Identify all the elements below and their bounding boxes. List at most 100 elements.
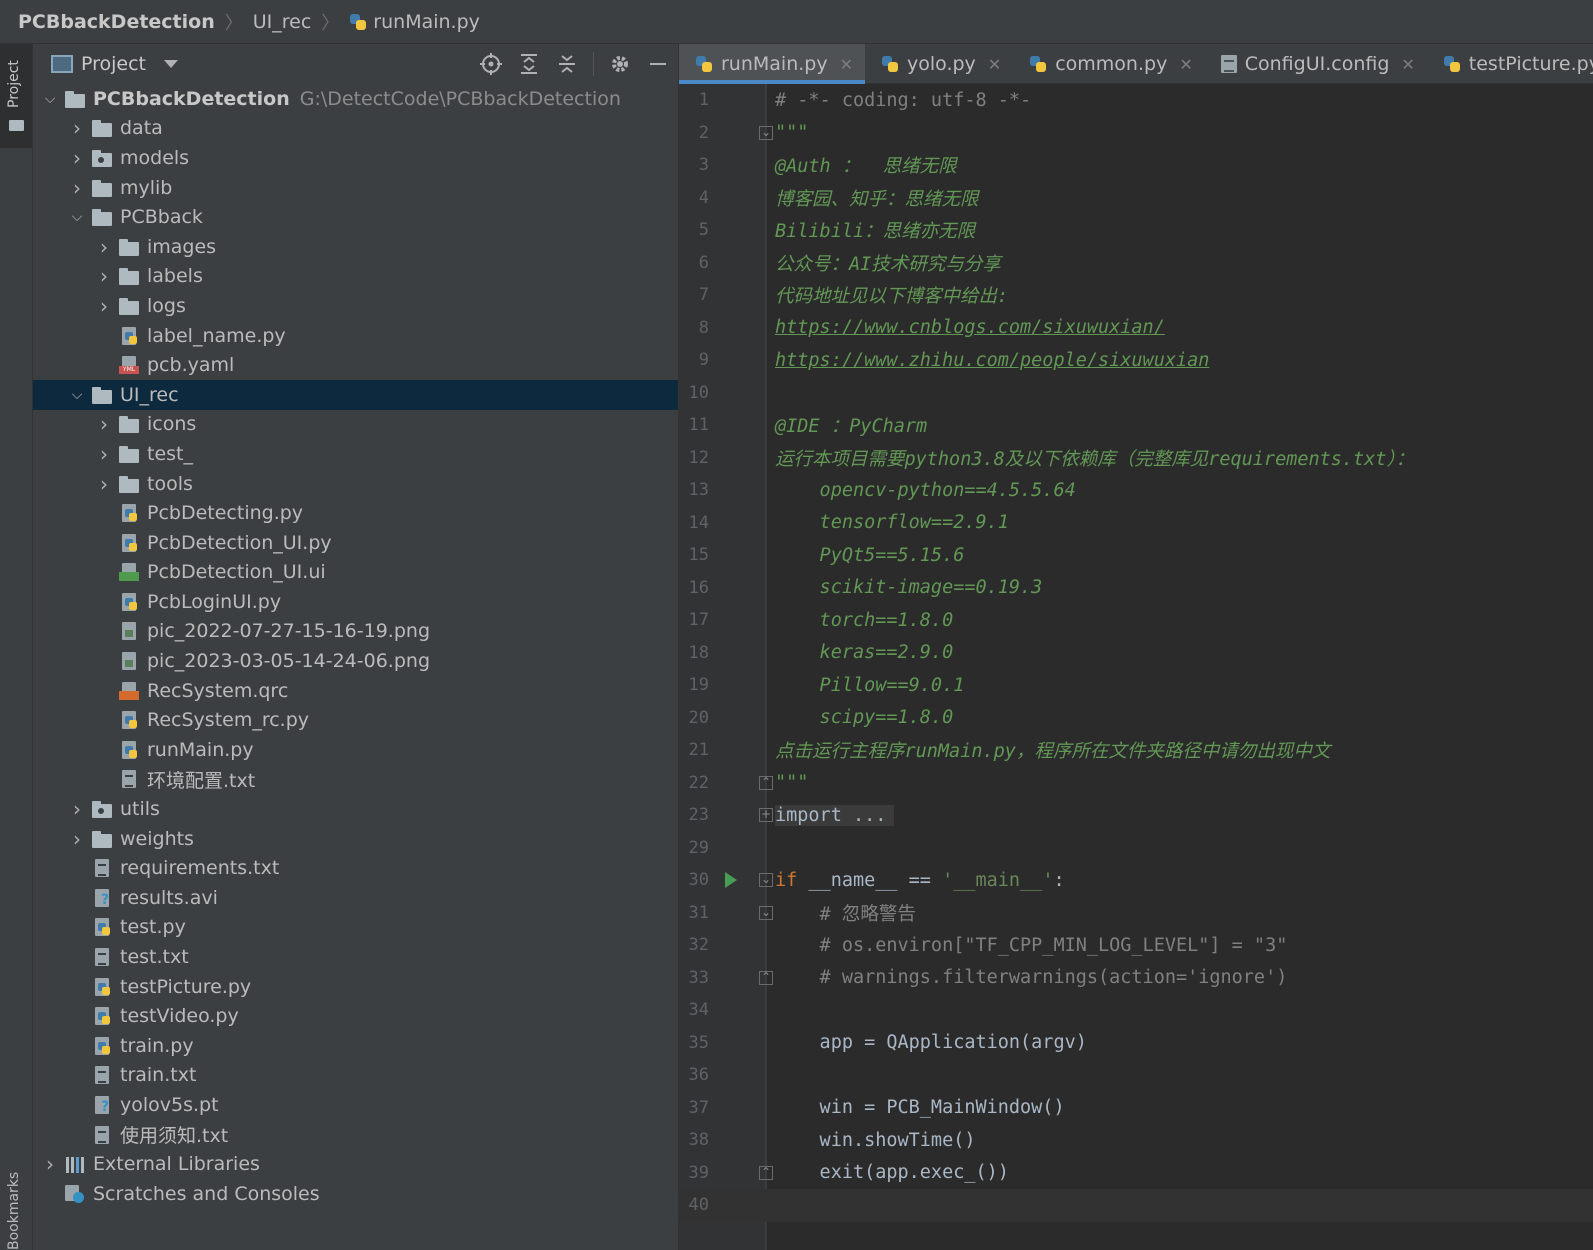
- fold-collapse-icon[interactable]: ⌃: [759, 1165, 773, 1180]
- code-line[interactable]: 34: [679, 994, 1593, 1027]
- code-line[interactable]: 8 https://www.cnblogs.com/sixuwuxian/: [679, 312, 1593, 345]
- tree-item[interactable]: ›RecSystem_rc.py: [33, 705, 678, 735]
- close-icon[interactable]: ✕: [1401, 55, 1414, 74]
- chevron-right-icon[interactable]: ›: [68, 116, 86, 140]
- tree-item[interactable]: › logs: [33, 291, 678, 321]
- code-line[interactable]: 38 win.showTime(): [679, 1124, 1593, 1157]
- editor-tab[interactable]: ConfigUI.config ✕: [1205, 44, 1427, 84]
- expand-all-icon[interactable]: [517, 52, 541, 76]
- code-line[interactable]: 1 # -*- coding: utf-8 -*-: [679, 84, 1593, 117]
- chevron-down-icon[interactable]: ⌵: [68, 209, 86, 225]
- code-line[interactable]: 37 win = PCB_MainWindow(): [679, 1092, 1593, 1125]
- tree-item[interactable]: ⌵ PCBback: [33, 202, 678, 232]
- collapse-all-icon[interactable]: [555, 52, 579, 76]
- tree-item[interactable]: › images: [33, 232, 678, 262]
- close-icon[interactable]: ✕: [840, 55, 853, 74]
- gear-icon[interactable]: [608, 52, 632, 76]
- code-line[interactable]: 7 代码地址见以下博客中给出:: [679, 279, 1593, 312]
- tree-item[interactable]: ›RecSystem.qrc: [33, 676, 678, 706]
- code-line[interactable]: 2 ⌄ """: [679, 117, 1593, 150]
- code-line[interactable]: 13 opencv-python==4.5.5.64: [679, 474, 1593, 507]
- code-line[interactable]: 10: [679, 377, 1593, 410]
- tree-item[interactable]: ›testPicture.py: [33, 972, 678, 1002]
- code-line[interactable]: 31 ⌄ # 忽略警告: [679, 897, 1593, 930]
- fold-collapse-icon[interactable]: ⌃: [759, 775, 773, 790]
- tree-item[interactable]: ›train.py: [33, 1031, 678, 1061]
- code-line[interactable]: 5 Bilibili：思绪亦无限: [679, 214, 1593, 247]
- project-view-selector[interactable]: Project: [81, 53, 146, 75]
- code-area[interactable]: 1 # -*- coding: utf-8 -*- 2 ⌄ """ 3 @Auth ： 思绪…: [679, 84, 1593, 1250]
- tree-item[interactable]: ›Scratches and Consoles: [33, 1179, 678, 1209]
- chevron-right-icon[interactable]: ›: [95, 412, 113, 436]
- fold-collapse-icon[interactable]: ⌄: [759, 905, 773, 920]
- code-line[interactable]: 6 公众号：AI技术研究与分享: [679, 247, 1593, 280]
- tree-item[interactable]: › models: [33, 143, 678, 173]
- tree-item[interactable]: › tools: [33, 469, 678, 499]
- code-line[interactable]: 29: [679, 832, 1593, 865]
- close-icon[interactable]: ✕: [988, 55, 1001, 74]
- code-line[interactable]: 3 @Auth ： 思绪无限: [679, 149, 1593, 182]
- chevron-right-icon[interactable]: ›: [95, 264, 113, 288]
- tree-item[interactable]: ›PcbDetecting.py: [33, 498, 678, 528]
- code-line[interactable]: 32 # os.environ["TF_CPP_MIN_LOG_LEVEL"] …: [679, 929, 1593, 962]
- code-line[interactable]: 33 ⌃ # warnings.filterwarnings(action='ig…: [679, 962, 1593, 995]
- tree-item[interactable]: ⌵ PCBbackDetection G:\DetectCode\PCBbackDe…: [33, 84, 678, 114]
- tree-item[interactable]: ›label_name.py: [33, 321, 678, 351]
- project-tool-tab[interactable]: Project: [0, 44, 32, 148]
- code-line[interactable]: 23 + import ...: [679, 799, 1593, 832]
- tree-item[interactable]: ›test.py: [33, 913, 678, 943]
- tree-item[interactable]: ›使用须知.txt: [33, 1120, 678, 1150]
- run-icon[interactable]: [725, 872, 737, 889]
- tree-item[interactable]: › data: [33, 114, 678, 144]
- tree-item[interactable]: ›requirements.txt: [33, 853, 678, 883]
- code-line[interactable]: 12 运行本项目需要python3.8及以下依赖库（完整库见requirement…: [679, 442, 1593, 475]
- code-line[interactable]: 35 app = QApplication(argv): [679, 1027, 1593, 1060]
- code-line[interactable]: 20 scipy==1.8.0: [679, 702, 1593, 735]
- code-line[interactable]: 16 scikit-image==0.19.3: [679, 572, 1593, 605]
- tree-item[interactable]: › External Libraries: [33, 1149, 678, 1179]
- tree-item[interactable]: › labels: [33, 262, 678, 292]
- chevron-right-icon[interactable]: ›: [68, 146, 86, 170]
- code-line[interactable]: 14 tensorflow==2.9.1: [679, 507, 1593, 540]
- code-line[interactable]: 36: [679, 1059, 1593, 1092]
- tree-item[interactable]: ›YMLpcb.yaml: [33, 350, 678, 380]
- chevron-down-icon[interactable]: ⌵: [41, 91, 59, 107]
- tree-item[interactable]: ›?results.avi: [33, 883, 678, 913]
- editor-tab[interactable]: common.py ✕: [1013, 44, 1205, 84]
- tree-item[interactable]: ›pic_2023-03-05-14-24-06.png: [33, 646, 678, 676]
- code-line[interactable]: 11 @IDE ：PyCharm: [679, 409, 1593, 442]
- code-line[interactable]: 17 torch==1.8.0: [679, 604, 1593, 637]
- tree-item[interactable]: › utils: [33, 794, 678, 824]
- tree-item[interactable]: › weights: [33, 824, 678, 854]
- tree-item[interactable]: ›runMain.py: [33, 735, 678, 765]
- code-line[interactable]: 4 博客园、知乎：思绪无限: [679, 182, 1593, 215]
- chevron-right-icon[interactable]: ›: [41, 1152, 59, 1176]
- chevron-down-icon[interactable]: [164, 60, 179, 68]
- tree-item[interactable]: ›train.txt: [33, 1061, 678, 1091]
- tree-item[interactable]: › test_: [33, 439, 678, 469]
- tree-item[interactable]: ›PcbDetection_UI.py: [33, 528, 678, 558]
- code-line[interactable]: 15 PyQt5==5.15.6: [679, 539, 1593, 572]
- chevron-down-icon[interactable]: ⌵: [68, 387, 86, 403]
- locate-icon[interactable]: [479, 52, 503, 76]
- breadcrumb-folder[interactable]: UI_rec: [253, 11, 312, 33]
- code-line[interactable]: 39 ⌃ exit(app.exec_()): [679, 1157, 1593, 1190]
- tree-item[interactable]: ›pic_2022-07-27-15-16-19.png: [33, 617, 678, 647]
- fold-expand-icon[interactable]: +: [759, 808, 773, 823]
- code-line[interactable]: 22 ⌃ """: [679, 767, 1593, 800]
- code-line[interactable]: 18 keras==2.9.0: [679, 637, 1593, 670]
- fold-collapse-icon[interactable]: ⌄: [759, 873, 773, 888]
- tree-item[interactable]: ›?yolov5s.pt: [33, 1090, 678, 1120]
- chevron-right-icon[interactable]: ›: [68, 797, 86, 821]
- chevron-right-icon[interactable]: ›: [95, 472, 113, 496]
- code-line[interactable]: 40: [679, 1189, 1593, 1222]
- chevron-right-icon[interactable]: ›: [95, 294, 113, 318]
- code-line[interactable]: 9 https://www.zhihu.com/people/sixuwuxian: [679, 344, 1593, 377]
- chevron-right-icon[interactable]: ›: [68, 176, 86, 200]
- breadcrumb-project[interactable]: PCBbackDetection: [18, 11, 215, 33]
- tree-item[interactable]: › icons: [33, 410, 678, 440]
- fold-collapse-icon[interactable]: ⌃: [759, 970, 773, 985]
- tree-item[interactable]: ›test.txt: [33, 942, 678, 972]
- code-line[interactable]: 30 ⌄ if __name__ == '__main__':: [679, 864, 1593, 897]
- editor-tab[interactable]: runMain.py ✕: [679, 44, 866, 84]
